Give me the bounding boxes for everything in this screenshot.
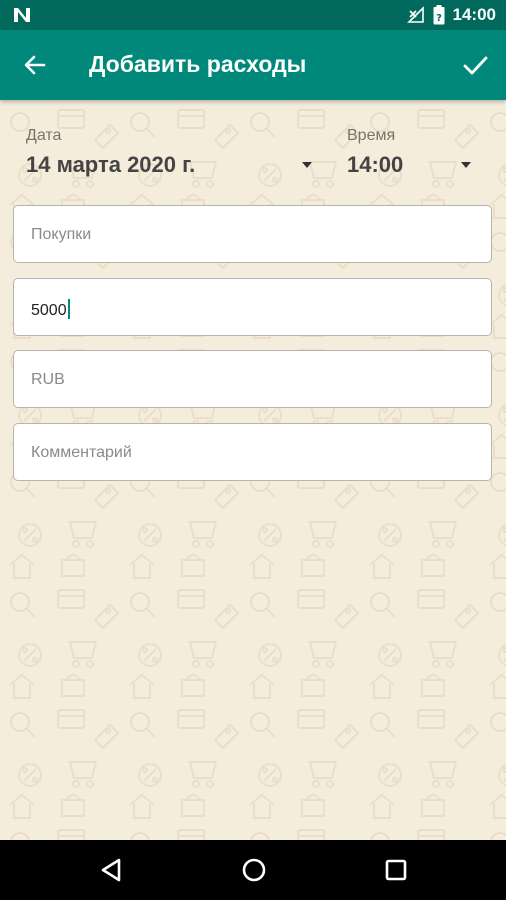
time-dropdown-icon[interactable]	[461, 162, 471, 168]
notification-n-icon	[14, 8, 30, 22]
category-field[interactable]: Покупки	[13, 205, 492, 263]
nav-home-icon[interactable]	[239, 855, 269, 885]
time-value[interactable]: 14:00	[347, 152, 403, 178]
confirm-check-icon[interactable]	[458, 48, 492, 82]
status-bar: ? 14:00	[0, 0, 506, 30]
battery-icon: ?	[433, 5, 445, 25]
status-time: 14:00	[452, 5, 496, 24]
back-arrow-icon[interactable]	[18, 48, 52, 82]
nav-recents-icon[interactable]	[381, 855, 411, 885]
comment-field[interactable]: Комментарий	[13, 423, 492, 481]
currency-field[interactable]: RUB	[13, 350, 492, 408]
svg-text:?: ?	[436, 13, 442, 24]
amount-text: 5000	[31, 302, 67, 319]
date-label: Дата	[26, 127, 62, 144]
category-placeholder: Покупки	[31, 226, 92, 243]
date-dropdown-icon[interactable]	[302, 162, 312, 168]
app-bar: Добавить расходы	[0, 30, 506, 100]
currency-placeholder: RUB	[31, 371, 65, 388]
nav-back-icon[interactable]	[97, 855, 127, 885]
content-area: Дата 14 марта 2020 г. Время 14:00 Покупк…	[0, 100, 506, 840]
amount-field[interactable]: 5000	[13, 278, 492, 336]
time-label: Время	[347, 127, 396, 144]
comment-placeholder: Комментарий	[31, 444, 132, 461]
navigation-bar	[0, 840, 506, 900]
text-cursor	[67, 299, 70, 319]
signal-no-service-icon	[406, 6, 424, 23]
date-value[interactable]: 14 марта 2020 г.	[26, 152, 195, 178]
page-title: Добавить расходы	[89, 51, 307, 77]
amount-value: 5000	[31, 299, 70, 320]
